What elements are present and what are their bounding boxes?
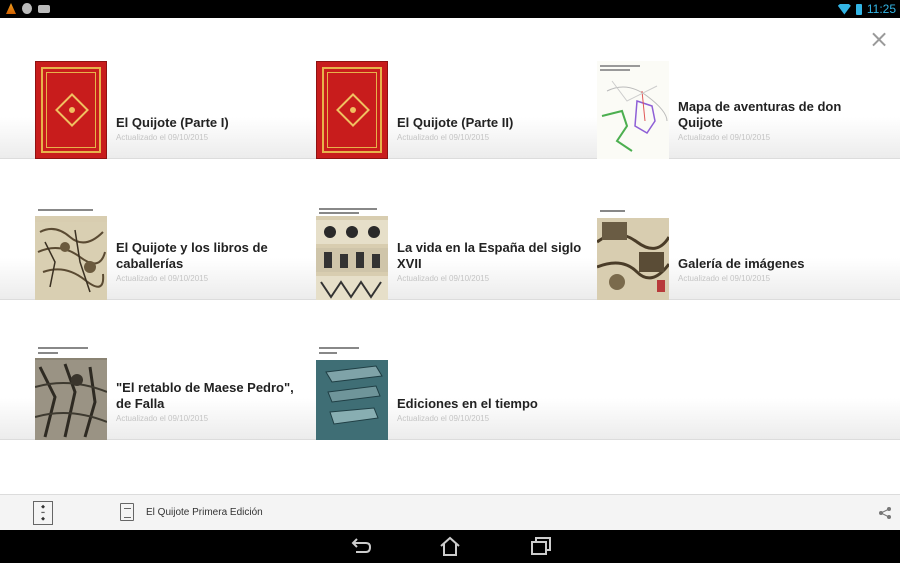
item-title: El Quijote (Parte II): [397, 115, 514, 130]
wifi-icon: [837, 3, 851, 15]
item-updated: Actualizado el 09/10/2015: [116, 133, 209, 142]
item-card[interactable]: Mapa de aventuras de don Quijote Actuali…: [597, 61, 878, 159]
item-updated: Actualizado el 09/10/2015: [678, 274, 771, 283]
notification-icon: [22, 3, 32, 14]
recents-icon[interactable]: [528, 535, 552, 557]
item-updated: Actualizado el 09/10/2015: [678, 133, 771, 142]
document-icon: [120, 503, 134, 521]
status-clock: 11:25: [866, 2, 896, 16]
item-title: Mapa de aventuras de don Quijote: [678, 99, 842, 130]
item-title: Galería de imágenes: [678, 256, 805, 271]
close-icon[interactable]: ×: [868, 27, 890, 51]
document-title[interactable]: El Quijote Primera Edición: [146, 507, 263, 518]
engraving-collage-thumbnail: [597, 202, 669, 300]
item-updated: Actualizado el 09/10/2015: [397, 133, 490, 142]
battery-icon: [855, 3, 862, 15]
item-title: Ediciones en el tiempo: [397, 396, 538, 411]
item-title: El Quijote (Parte I): [116, 115, 229, 130]
item-card[interactable]: La vida en la España del siglo XVII Actu…: [316, 202, 597, 300]
item-title: La vida en la España del siglo XVII: [397, 240, 582, 271]
engraving-thumbnail: [35, 202, 107, 300]
item-updated: Actualizado el 09/10/2015: [397, 274, 490, 283]
item-title: "El retablo de Maese Pedro", de Falla: [116, 380, 294, 411]
share-icon[interactable]: [878, 506, 892, 520]
book-cover-thumbnail: [35, 61, 107, 159]
message-icon: [38, 5, 50, 13]
item-card[interactable]: Ediciones en el tiempo Actualizado el 09…: [316, 342, 597, 440]
item-card[interactable]: Galería de imágenes Actualizado el 09/10…: [597, 202, 878, 300]
item-card[interactable]: El Quijote (Parte II) Actualizado el 09/…: [316, 61, 597, 159]
book-cover-thumbnail: [316, 61, 388, 159]
engraving-panels-thumbnail: [316, 202, 388, 300]
system-navigation-bar: [0, 530, 900, 563]
item-updated: Actualizado el 09/10/2015: [116, 274, 209, 283]
item-title: El Quijote y los libros de caballerías: [116, 240, 268, 271]
back-icon[interactable]: [348, 535, 372, 557]
item-card[interactable]: El Quijote (Parte I) Actualizado el 09/1…: [35, 61, 316, 159]
engraving-dark-thumbnail: [35, 342, 107, 440]
status-bar: 11:25: [0, 0, 900, 18]
item-card[interactable]: "El retablo de Maese Pedro", de Falla Ac…: [35, 342, 316, 440]
bottom-toolbar: ◆ ▪▪ ◆ El Quijote Primera Edición: [0, 494, 900, 530]
app-logo-icon[interactable]: ◆ ▪▪ ◆: [33, 501, 53, 525]
warning-icon: [6, 3, 16, 14]
editions-thumbnail: [316, 342, 388, 440]
item-card[interactable]: El Quijote y los libros de caballerías A…: [35, 202, 316, 300]
map-thumbnail: [597, 61, 669, 159]
item-updated: Actualizado el 09/10/2015: [397, 414, 490, 423]
item-updated: Actualizado el 09/10/2015: [116, 414, 209, 423]
home-icon[interactable]: [438, 535, 462, 557]
